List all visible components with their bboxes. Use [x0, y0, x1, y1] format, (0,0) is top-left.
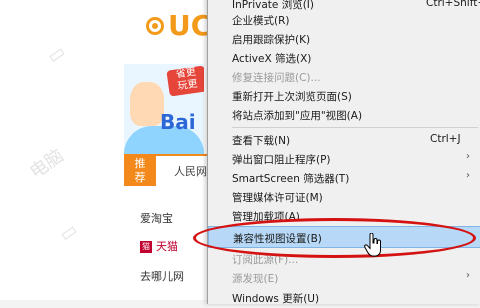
chevron-right-icon: ›	[466, 170, 470, 181]
menu-item-label: 重新打开上次浏览页面(S)	[232, 91, 352, 103]
menu-item-smartscreen[interactable]: SmartScreen 筛选器(T) ›	[208, 168, 480, 188]
uc-logo-text: UC	[168, 9, 212, 42]
watermark: 电脑	[26, 145, 68, 184]
menu-item-shortcut: Ctrl+J	[430, 133, 461, 145]
menu-item-windows-update[interactable]: Windows 更新(U)	[208, 288, 480, 308]
menu-item-label: 兼容性视图设置(B)	[233, 233, 322, 245]
site-link-aitaobao[interactable]: 爱淘宝	[140, 210, 173, 226]
menu-item-label: SmartScreen 筛选器(T)	[232, 173, 350, 185]
menu-item-view-downloads[interactable]: 查看下载(N) Ctrl+J	[208, 130, 480, 150]
menu-separator	[232, 127, 478, 128]
site-link-label: 天猫	[156, 240, 178, 253]
menu-item-label: 企业模式(R)	[232, 15, 290, 27]
ad-character-image	[130, 82, 164, 126]
ad-brand: Bai	[160, 110, 196, 134]
tools-context-menu: InPrivate 浏览(I) Ctrl+Shift+P 企业模式(R) 启用跟…	[207, 0, 480, 305]
menu-item-reopen-session[interactable]: 重新打开上次浏览页面(S)	[208, 86, 480, 106]
site-link-qunar[interactable]: 去哪儿网	[140, 268, 184, 284]
ad-banner[interactable]: 省更 玩更 Bai	[124, 64, 204, 154]
menu-item-label: 弹出窗口阻止程序(P)	[232, 154, 331, 166]
menu-item-label: Windows 更新(U)	[232, 293, 320, 305]
hand-cursor-icon	[364, 233, 381, 257]
menu-item-label: 查看下载(N)	[232, 135, 291, 147]
site-link-tmall[interactable]: 猫天猫	[140, 238, 178, 254]
menu-item-compatibility-view[interactable]: 兼容性视图设置(B)	[208, 226, 480, 248]
menu-item-label: 管理媒体许可证(M)	[232, 192, 323, 204]
uc-logo[interactable]: UC	[146, 12, 211, 40]
menu-item-label: 将站点添加到"应用"视图(A)	[232, 110, 363, 122]
menu-item-subscribe-feed: 订阅此源(F)...	[208, 249, 480, 269]
tab-people[interactable]: 人民网	[174, 163, 207, 179]
menu-item-media-licenses[interactable]: 管理媒体许可证(M)	[208, 187, 480, 207]
watermark-icon: ▭	[55, 219, 82, 246]
ad-badge: 省更 玩更	[166, 65, 204, 97]
menu-item-fix-connection: 修复连接问题(C)...	[208, 67, 480, 87]
news-tabs: 推 荐 人民网	[124, 154, 214, 186]
menu-item-shortcut: Ctrl+Shift+P	[426, 0, 480, 9]
menu-item-label: 修复连接问题(C)...	[232, 72, 321, 84]
menu-item-label: ActiveX 筛选(X)	[232, 53, 312, 65]
menu-item-add-to-apps[interactable]: 将站点添加到"应用"视图(A)	[208, 105, 480, 125]
menu-item-label: 源发现(E)	[232, 273, 279, 285]
menu-item-manage-addons[interactable]: 管理加载项(A)	[208, 206, 480, 226]
tmall-icon: 猫	[140, 241, 152, 253]
watermark-icon: ▭	[43, 41, 70, 68]
menu-item-label: 管理加载项(A)	[232, 211, 300, 223]
uc-logo-icon	[146, 17, 164, 35]
tab-recommend[interactable]: 推 荐	[124, 156, 156, 186]
menu-item-label: 启用跟踪保护(K)	[232, 34, 311, 46]
chevron-right-icon: ›	[466, 270, 470, 281]
menu-item-label: 订阅此源(F)...	[232, 254, 299, 266]
menu-item-enterprise-mode[interactable]: 企业模式(R)	[208, 10, 480, 30]
menu-item-activex-filtering[interactable]: ActiveX 筛选(X)	[208, 48, 480, 68]
menu-item-feed-discovery: 源发现(E) ›	[208, 268, 480, 288]
menu-item-tracking-protection[interactable]: 启用跟踪保护(K)	[208, 29, 480, 49]
menu-item-popup-blocker[interactable]: 弹出窗口阻止程序(P) ›	[208, 149, 480, 169]
chevron-right-icon: ›	[466, 151, 470, 162]
